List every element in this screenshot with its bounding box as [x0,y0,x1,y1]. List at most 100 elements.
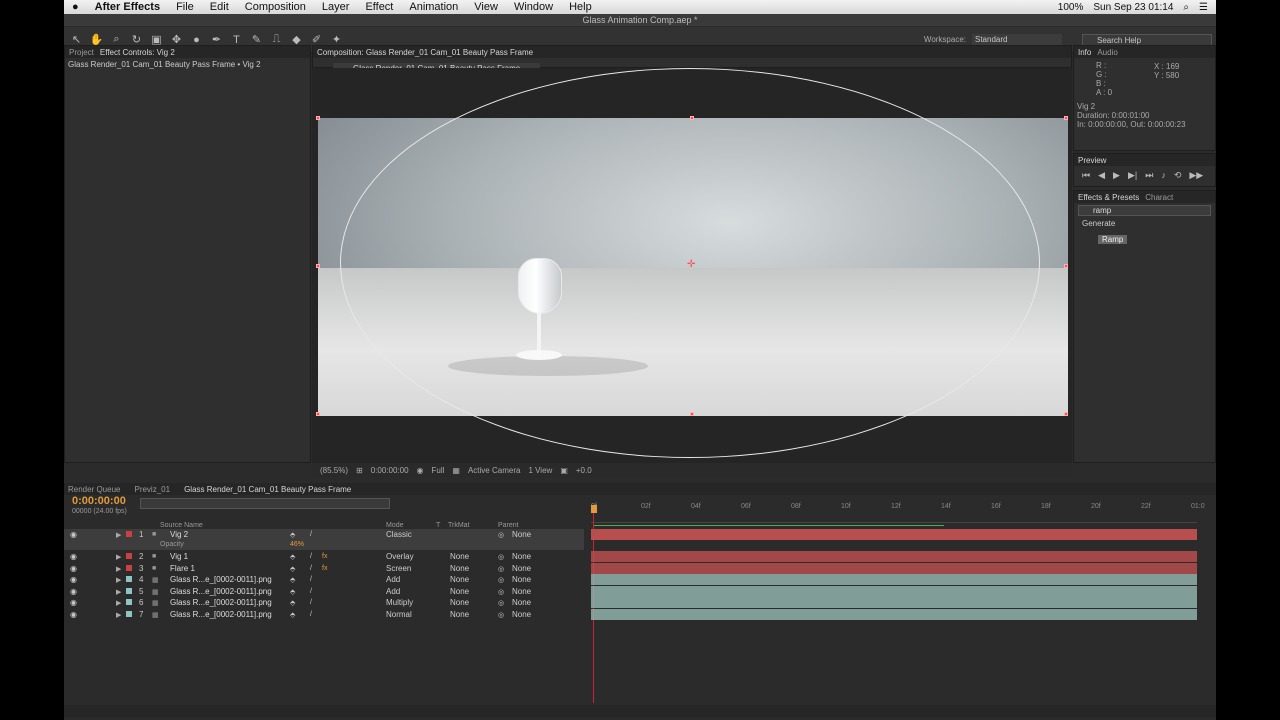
fx-switch-icon[interactable]: fx [322,565,327,572]
anchor-point-icon[interactable]: ✛ [687,259,695,270]
composition-viewer[interactable]: ✛ [312,68,1072,463]
apple-icon[interactable]: ● [64,1,87,13]
layer-handle-top-left[interactable] [316,116,320,120]
quality-switch-icon[interactable]: / [310,599,312,606]
tab-composition[interactable]: Composition: Glass Render_01 Cam_01 Beau… [317,48,533,57]
timecode-display[interactable]: 0:00:00:00 [371,466,409,475]
visibility-eye-icon[interactable]: ◉ [70,564,77,573]
layer-duration-bar[interactable] [591,529,1197,540]
clock[interactable]: Sun Sep 23 01:14 [1093,2,1173,13]
menu-layer[interactable]: Layer [314,1,358,13]
layer-duration-bar[interactable] [591,574,1197,585]
layer-duration-bar[interactable] [591,586,1197,597]
blend-mode-select[interactable]: Overlay [386,552,430,561]
pick-whip-icon[interactable]: ◎ [498,611,504,619]
menu-composition[interactable]: Composition [237,1,314,13]
col-mode[interactable]: Mode [386,522,404,529]
shy-switch-icon[interactable]: ⬘ [290,599,295,607]
tab-effect-controls[interactable]: Effect Controls: Vig 2 [100,48,175,57]
menu-file[interactable]: File [168,1,202,13]
parent-select[interactable]: None [512,587,560,596]
visibility-eye-icon[interactable]: ◉ [70,610,77,619]
layer-row[interactable]: ◉ ▶ 6 ▦ Glass R...e_[0002-0011].png ⬘ / Multipl… [64,597,584,608]
opacity-value[interactable]: 46% [290,541,304,548]
layer-name[interactable]: Glass R...e_[0002-0011].png [170,610,272,619]
visibility-eye-icon[interactable]: ◉ [70,575,77,584]
layer-name[interactable]: Glass R...e_[0002-0011].png [170,575,272,584]
layer-handle-bottom-left[interactable] [316,412,320,416]
pick-whip-icon[interactable]: ◎ [498,599,504,607]
layer-name[interactable]: Glass R...e_[0002-0011].png [170,598,272,607]
blend-mode-select[interactable]: Classic [386,530,430,539]
toggle-icon[interactable]: ▣ [560,466,568,475]
play-icon[interactable]: ▶ [1113,170,1120,181]
track-matte-select[interactable]: None [450,564,490,573]
resolution-select[interactable]: Full [432,466,445,475]
loop-icon[interactable]: ⟲ [1174,170,1182,181]
parent-select[interactable]: None [512,610,560,619]
search-help-input[interactable]: Search Help [1082,33,1212,46]
layer-name[interactable]: Flare 1 [170,564,195,573]
grid-icon[interactable]: ⊞ [356,466,363,475]
pick-whip-icon[interactable]: ◎ [498,576,504,584]
menu-window[interactable]: Window [506,1,561,13]
layer-row[interactable]: ◉ ▶ 1 ■ Vig 2 ⬘ / Classic ◎ None [64,529,584,540]
visibility-eye-icon[interactable]: ◉ [70,598,77,607]
track-matte-select[interactable]: None [450,552,490,561]
col-t[interactable]: T [436,522,440,529]
camera-select[interactable]: Active Camera [468,466,520,475]
blend-mode-select[interactable]: Add [386,587,430,596]
category-generate[interactable]: Generate [1074,218,1215,229]
col-trkmat[interactable]: TrkMat [448,522,470,529]
quality-switch-icon[interactable]: / [310,565,312,572]
visibility-eye-icon[interactable]: ◉ [70,587,77,596]
app-name[interactable]: After Effects [87,1,168,13]
quality-switch-icon[interactable]: / [310,576,312,583]
menu-effect[interactable]: Effect [357,1,401,13]
current-time-indicator[interactable] [591,505,597,513]
pick-whip-icon[interactable]: ◎ [498,565,504,573]
pick-whip-icon[interactable]: ◎ [498,553,504,561]
layer-row[interactable]: ◉ ▶ 4 ▦ Glass R...e_[0002-0011].png ⬘ / Add None… [64,574,584,585]
parent-select[interactable]: None [512,530,560,539]
first-frame-icon[interactable]: ⏮ [1082,170,1090,181]
exposure-value[interactable]: +0.0 [576,466,592,475]
label-color-swatch[interactable] [126,611,132,617]
menu-view[interactable]: View [466,1,506,13]
layer-name[interactable]: Glass R...e_[0002-0011].png [170,587,272,596]
blend-mode-select[interactable]: Screen [386,564,430,573]
layer-handle-left[interactable] [316,264,320,268]
label-color-swatch[interactable] [126,553,132,559]
tab-project[interactable]: Project [69,48,94,57]
twirl-icon[interactable]: ▶ [116,531,121,539]
quality-switch-icon[interactable]: / [310,588,312,595]
layer-handle-right[interactable] [1064,264,1068,268]
blend-mode-select[interactable]: Multiply [386,598,430,607]
tab-timeline-comp[interactable]: Glass Render_01 Cam_01 Beauty Pass Frame [184,485,351,494]
layer-name[interactable]: Vig 2 [170,530,188,539]
layer-row[interactable]: ◉ ▶ 3 ■ Flare 1 ⬘ / fx Screen None ◎ None [64,563,584,574]
tab-render-queue[interactable]: Render Queue [68,485,120,494]
menu-animation[interactable]: Animation [401,1,466,13]
layer-row[interactable]: ◉ ▶ 7 ▦ Glass R...e_[0002-0011].png ⬘ / Normal N… [64,609,584,620]
shy-switch-icon[interactable]: ⬘ [290,588,295,596]
work-area-bar[interactable] [594,525,944,526]
layer-duration-bar[interactable] [591,551,1197,562]
blend-mode-select[interactable]: Normal [386,610,430,619]
twirl-icon[interactable]: ▶ [116,588,121,596]
layer-handle-top-right[interactable] [1064,116,1068,120]
pick-whip-icon[interactable]: ◎ [498,531,504,539]
magnification-select[interactable]: (85.5%) [320,466,348,475]
layer-duration-bar[interactable] [591,597,1197,608]
layer-handle-top[interactable] [690,116,694,120]
twirl-icon[interactable]: ▶ [116,599,121,607]
parent-select[interactable]: None [512,564,560,573]
ram-preview-icon[interactable]: ▶▶ [1189,170,1203,181]
effects-search-input[interactable]: ramp [1078,205,1211,216]
shy-switch-icon[interactable]: ⬘ [290,531,295,539]
twirl-icon[interactable]: ▶ [116,553,121,561]
timeline-search-input[interactable] [140,498,390,509]
layer-row[interactable]: ◉ ▶ 5 ▦ Glass R...e_[0002-0011].png ⬘ / Add None… [64,586,584,597]
track-matte-select[interactable]: None [450,587,490,596]
label-color-swatch[interactable] [126,531,132,537]
